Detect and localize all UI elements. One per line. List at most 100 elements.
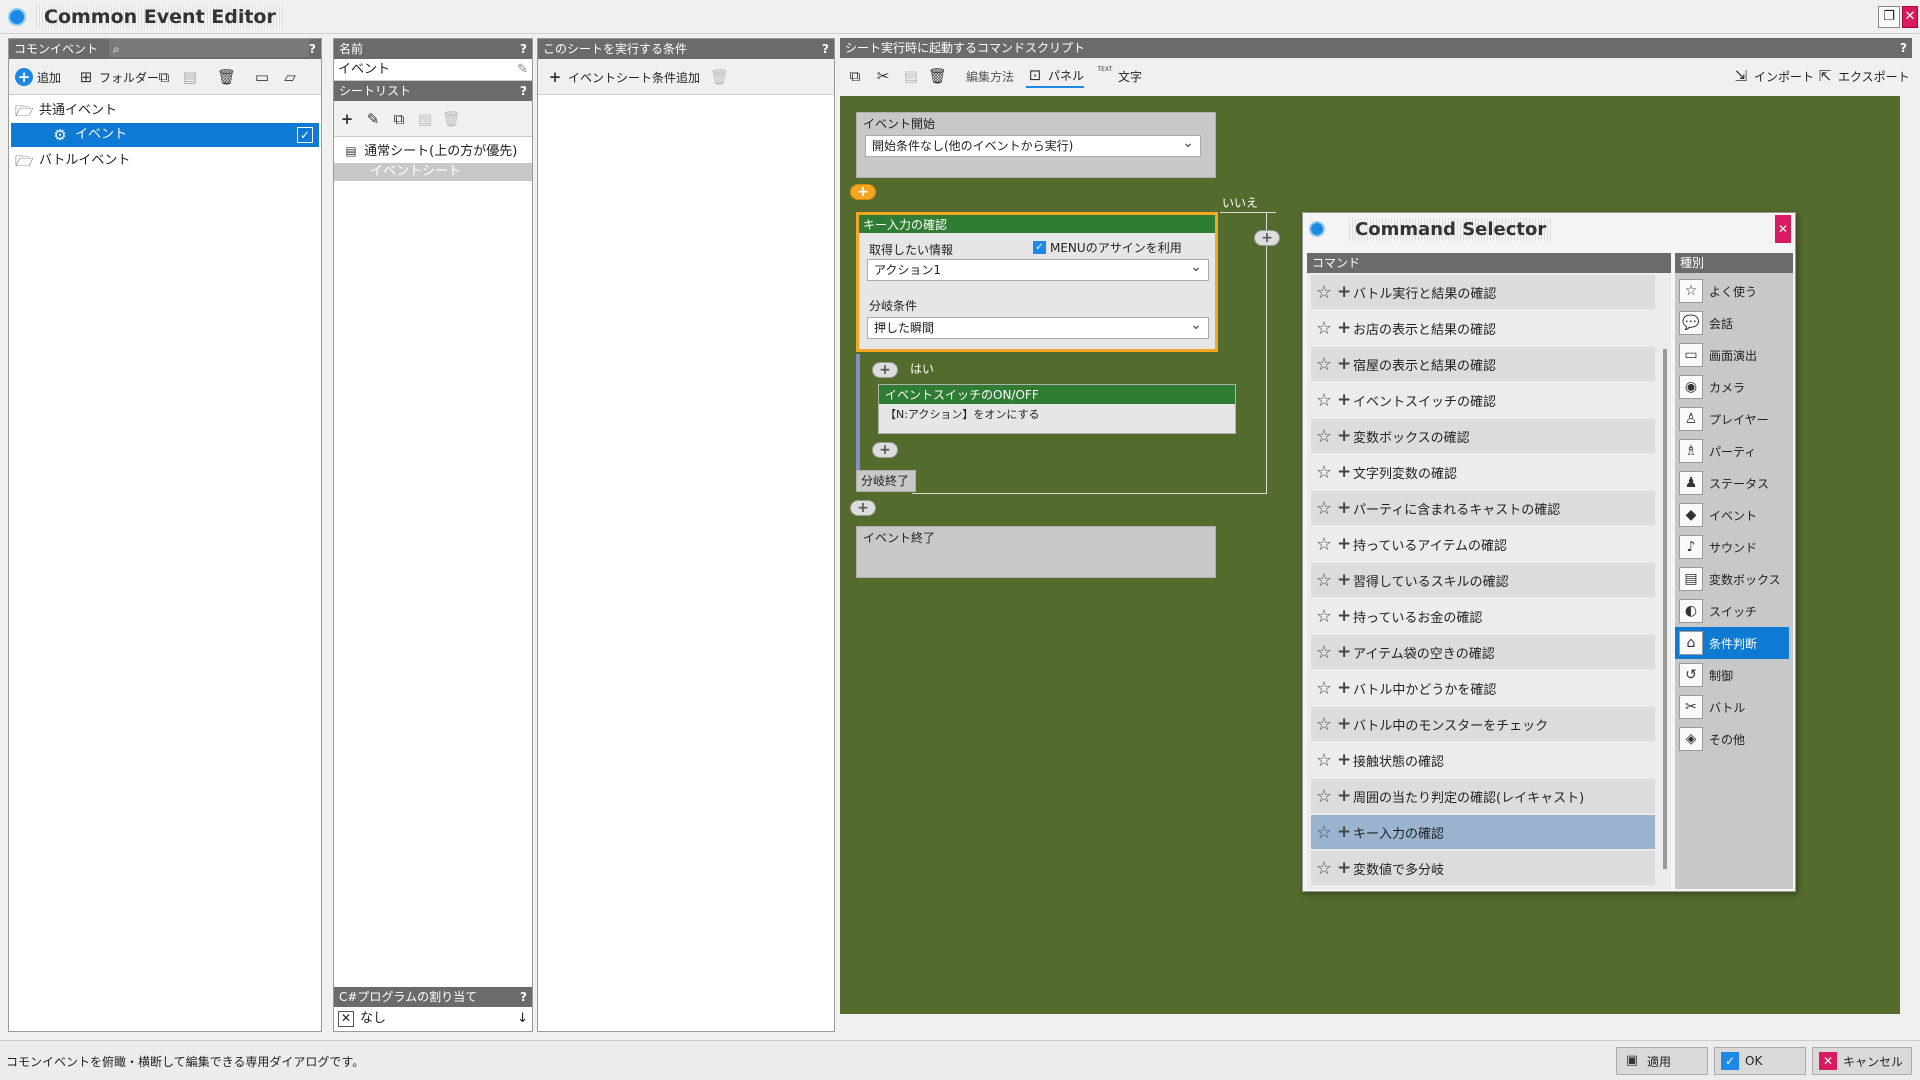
tree-item-common-event[interactable]: 🗁 共通イベント (15, 99, 315, 123)
category-item[interactable]: ⌂ 条件判断 (1675, 627, 1789, 659)
branch-select[interactable]: 押した瞬間 (867, 315, 1209, 339)
category-item[interactable]: ☆ よく使う (1675, 275, 1789, 307)
delete-button[interactable]: 🗑 (928, 64, 947, 88)
category-item[interactable]: ◐ スイッチ (1675, 595, 1789, 627)
category-item[interactable]: 💬 会話 (1675, 307, 1789, 339)
tree-item-event[interactable]: ⚙ イベント ✓ (11, 123, 319, 147)
command-item[interactable]: ☆ + 変数ボックスの確認 (1311, 419, 1655, 453)
star-icon[interactable]: ☆ (1311, 606, 1337, 627)
command-item[interactable]: ☆ + パーティに含まれるキャストの確認 (1311, 491, 1655, 525)
command-item[interactable]: ☆ + 持っているお金の確認 (1311, 599, 1655, 633)
help-icon[interactable]: ? (520, 39, 527, 59)
command-item[interactable]: ☆ + 習得しているスキルの確認 (1311, 563, 1655, 597)
star-icon[interactable]: ☆ (1311, 426, 1337, 447)
info-select[interactable]: アクション1 (867, 257, 1209, 281)
command-item[interactable]: ☆ + 宿屋の表示と結果の確認 (1311, 347, 1655, 381)
checkbox-icon[interactable]: ✓ (297, 127, 313, 143)
key-check-node[interactable]: キー入力の確認 取得したい情報 ✓ MENUのアサインを利用 アクション1 分岐… (856, 212, 1218, 352)
close-icon[interactable]: ✕ (1902, 6, 1918, 28)
name-field[interactable]: イベント ✎ (334, 59, 532, 81)
insert-button[interactable]: + (850, 184, 876, 200)
command-item[interactable]: ☆ + キー入力の確認 (1311, 815, 1655, 849)
category-item[interactable]: ✂ バトル (1675, 691, 1789, 723)
category-item[interactable]: ◆ イベント (1675, 499, 1789, 531)
command-item[interactable]: ☆ + 変数値で多分岐 (1311, 851, 1655, 885)
insert-button[interactable]: + (850, 500, 876, 516)
vertical-scrollbar[interactable] (1900, 96, 1912, 1014)
command-item[interactable]: ☆ + アイテム袋の空きの確認 (1311, 635, 1655, 669)
cut-button[interactable]: ✂ (874, 64, 892, 88)
command-item[interactable]: ☆ + バトル実行と結果の確認 (1311, 275, 1655, 309)
panel-mode-button[interactable]: ⊡ パネル (1026, 64, 1085, 88)
restore-icon[interactable]: ❐ (1878, 6, 1900, 28)
sheet-item-event[interactable]: イベントシート (334, 163, 532, 181)
add-button[interactable]: + 追加 (15, 65, 61, 89)
category-item[interactable]: ♪ サウンド (1675, 531, 1789, 563)
menu-checkbox[interactable]: ✓ MENUのアサインを利用 (1033, 239, 1182, 256)
export-button[interactable]: ⇱ エクスポート (1816, 64, 1910, 88)
command-item[interactable]: ☆ + イベントスイッチの確認 (1311, 383, 1655, 417)
help-icon[interactable]: ? (822, 39, 829, 59)
category-item[interactable]: ↺ 制御 (1675, 659, 1789, 691)
branch-end-node[interactable]: 分岐終了 (856, 470, 916, 492)
sheet-item-normal[interactable]: ▤ 通常シート(上の方が優先) (334, 141, 532, 163)
copy-button[interactable]: ⧉ (155, 65, 173, 89)
search-input[interactable]: ⌕ (109, 39, 309, 57)
paste-button[interactable]: ▤ (181, 65, 199, 89)
start-condition-select[interactable]: 開始条件なし(他のイベントから実行) (865, 133, 1201, 157)
help-icon[interactable]: ? (309, 39, 316, 59)
cancel-button[interactable]: ✕ キャンセル (1812, 1047, 1912, 1075)
insert-button[interactable]: + (872, 442, 898, 458)
star-icon[interactable]: ☆ (1311, 498, 1337, 519)
copy-sheet-button[interactable]: ⧉ (390, 107, 408, 131)
command-item[interactable]: ☆ + バトル中かどうかを確認 (1311, 671, 1655, 705)
import-button[interactable]: ⇲ インポート (1732, 64, 1814, 88)
category-item[interactable]: ♙ プレイヤー (1675, 403, 1789, 435)
copy-button[interactable]: ⧉ (846, 64, 864, 88)
edit-sheet-button[interactable]: ✎ (364, 107, 382, 131)
command-item[interactable]: ☆ + お店の表示と結果の確認 (1311, 311, 1655, 345)
insert-button[interactable]: + (872, 362, 898, 378)
pencil-icon[interactable]: ✎ (517, 59, 528, 81)
star-icon[interactable]: ☆ (1311, 570, 1337, 591)
collapse-button[interactable]: ▭ (253, 65, 271, 89)
expand-button[interactable]: ▱ (281, 65, 299, 89)
insert-button[interactable]: + (1254, 230, 1280, 246)
add-folder-button[interactable]: ⊞ フォルダー (77, 65, 159, 89)
text-mode-button[interactable]: TEXT 文字 (1096, 64, 1142, 88)
ok-button[interactable]: ✓ OK (1714, 1047, 1806, 1075)
add-condition-button[interactable]: + イベントシート条件追加 (546, 65, 700, 89)
help-icon[interactable]: ? (520, 81, 527, 101)
command-item[interactable]: ☆ + 接触状態の確認 (1311, 743, 1655, 777)
tree-item-battle-event[interactable]: 🗁 バトルイベント (15, 149, 315, 173)
csharp-select[interactable]: ✕ なし ↓ (334, 1007, 532, 1031)
command-item[interactable]: ☆ + 周囲の当たり判定の確認(レイキャスト) (1311, 779, 1655, 813)
star-icon[interactable]: ☆ (1311, 714, 1337, 735)
paste-sheet-button[interactable]: ▤ (416, 107, 434, 131)
delete-condition-button[interactable]: 🗑 (710, 65, 729, 89)
category-item[interactable]: ♗ パーティ (1675, 435, 1789, 467)
delete-sheet-button[interactable]: 🗑 (442, 107, 461, 131)
star-icon[interactable]: ☆ (1311, 822, 1337, 843)
star-icon[interactable]: ☆ (1311, 678, 1337, 699)
category-item[interactable]: ♟ ステータス (1675, 467, 1789, 499)
star-icon[interactable]: ☆ (1311, 642, 1337, 663)
event-start-node[interactable]: イベント開始 開始条件なし(他のイベントから実行) (856, 112, 1216, 178)
commands-scrollbar[interactable] (1663, 349, 1667, 869)
paste-button[interactable]: ▤ (902, 64, 920, 88)
help-icon[interactable]: ? (1900, 38, 1907, 58)
star-icon[interactable]: ☆ (1311, 858, 1337, 879)
category-item[interactable]: ◉ カメラ (1675, 371, 1789, 403)
star-icon[interactable]: ☆ (1311, 750, 1337, 771)
event-end-node[interactable]: イベント終了 (856, 526, 1216, 578)
category-item[interactable]: ◈ その他 (1675, 723, 1789, 755)
star-icon[interactable]: ☆ (1311, 282, 1337, 303)
command-item[interactable]: ☆ + バトル中のモンスターをチェック (1311, 707, 1655, 741)
switch-node[interactable]: イベントスイッチのON/OFF 【N:アクション】をオンにする (878, 384, 1236, 434)
star-icon[interactable]: ☆ (1311, 354, 1337, 375)
command-item[interactable]: ☆ + 持っているアイテムの確認 (1311, 527, 1655, 561)
star-icon[interactable]: ☆ (1311, 390, 1337, 411)
command-item[interactable]: ☆ + 文字列変数の確認 (1311, 455, 1655, 489)
apply-button[interactable]: ▣ 適用 (1616, 1047, 1708, 1075)
add-sheet-button[interactable]: + (338, 107, 356, 131)
